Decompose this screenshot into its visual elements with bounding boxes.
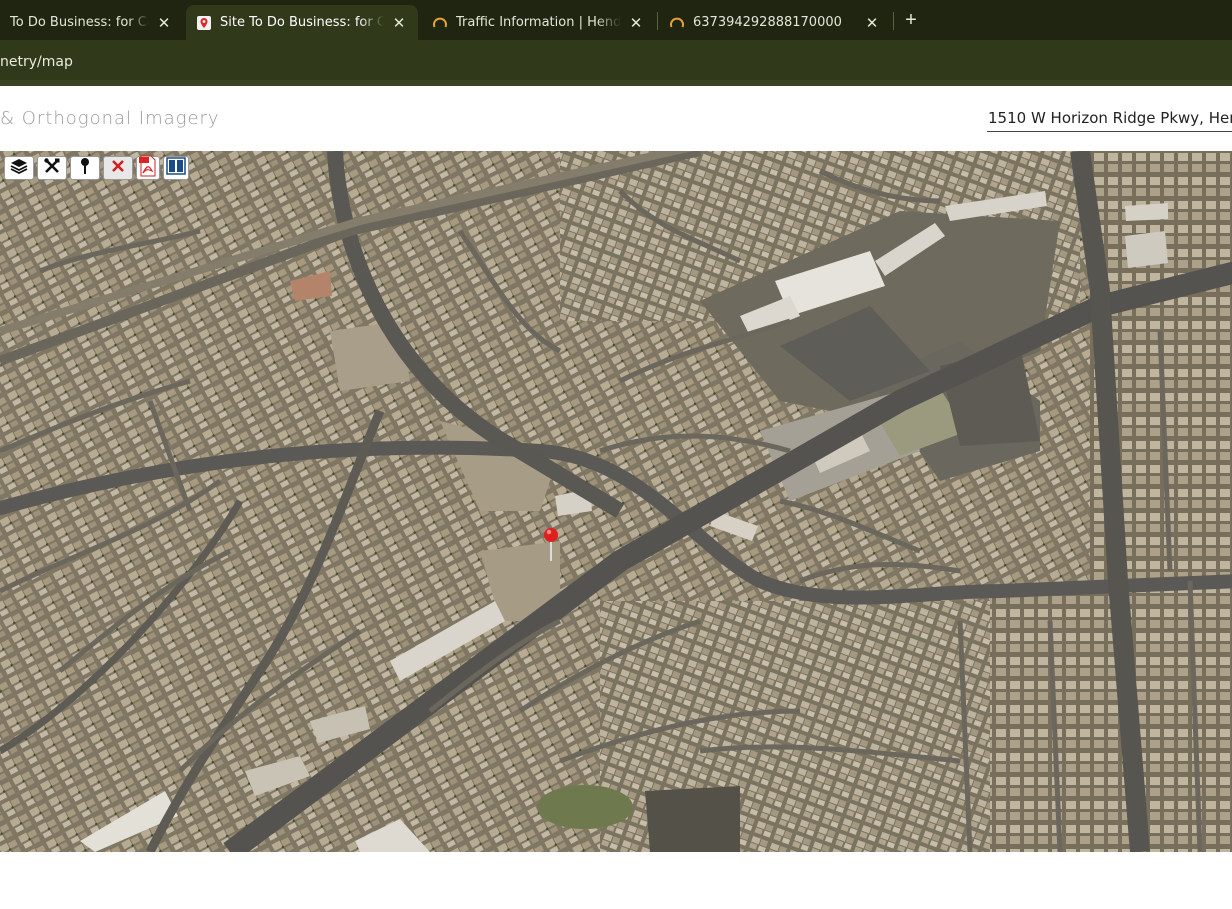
tab-title: Traffic Information | Henderson — [456, 15, 621, 30]
page-title: & Orthogonal Imagery — [0, 108, 220, 129]
split-view-button[interactable] — [163, 156, 189, 180]
split-view-icon — [166, 156, 186, 180]
close-icon[interactable]: ✕ — [627, 14, 645, 32]
layers-icon — [10, 158, 28, 179]
marker-button[interactable] — [70, 156, 100, 180]
tab-title: Site To Do Business: for Comme — [220, 15, 384, 30]
tab-0[interactable]: To Do Business: for Comme ✕ — [0, 5, 183, 40]
loading-spinner-icon — [669, 15, 685, 31]
pdf-button[interactable] — [136, 155, 160, 182]
pdf-icon — [139, 155, 157, 182]
page-footer-area — [0, 852, 1232, 909]
layers-button[interactable] — [4, 156, 34, 180]
page-header: & Orthogonal Imagery — [0, 86, 1232, 150]
marker-icon — [79, 157, 91, 180]
clear-icon — [110, 158, 126, 179]
url-text[interactable]: netry/map — [0, 54, 73, 70]
tools-icon — [43, 157, 61, 180]
map-pin-icon — [196, 15, 212, 31]
address-search-input[interactable] — [987, 104, 1232, 132]
aerial-imagery — [0, 151, 1232, 852]
loading-spinner-icon — [432, 15, 448, 31]
close-icon[interactable]: ✕ — [155, 14, 173, 32]
tab-3[interactable]: 637394292888170000 ✕ — [659, 5, 891, 40]
tab-1[interactable]: Site To Do Business: for Comme ✕ — [186, 5, 418, 40]
tools-button[interactable] — [37, 156, 67, 180]
clear-button[interactable] — [103, 156, 133, 180]
tab-title: To Do Business: for Comme — [10, 15, 149, 30]
tab-2[interactable]: Traffic Information | Henderson ✕ — [422, 5, 655, 40]
tab-divider — [657, 12, 658, 30]
aerial-map[interactable] — [0, 151, 1232, 852]
tab-divider — [893, 12, 894, 30]
new-tab-button[interactable]: + — [898, 8, 924, 34]
tab-title: 637394292888170000 — [693, 15, 842, 30]
close-icon[interactable]: ✕ — [863, 14, 881, 32]
map-toolbar — [4, 155, 189, 182]
tab-strip: To Do Business: for Comme ✕ Site To Do B… — [0, 0, 1232, 40]
close-icon[interactable]: ✕ — [390, 14, 408, 32]
